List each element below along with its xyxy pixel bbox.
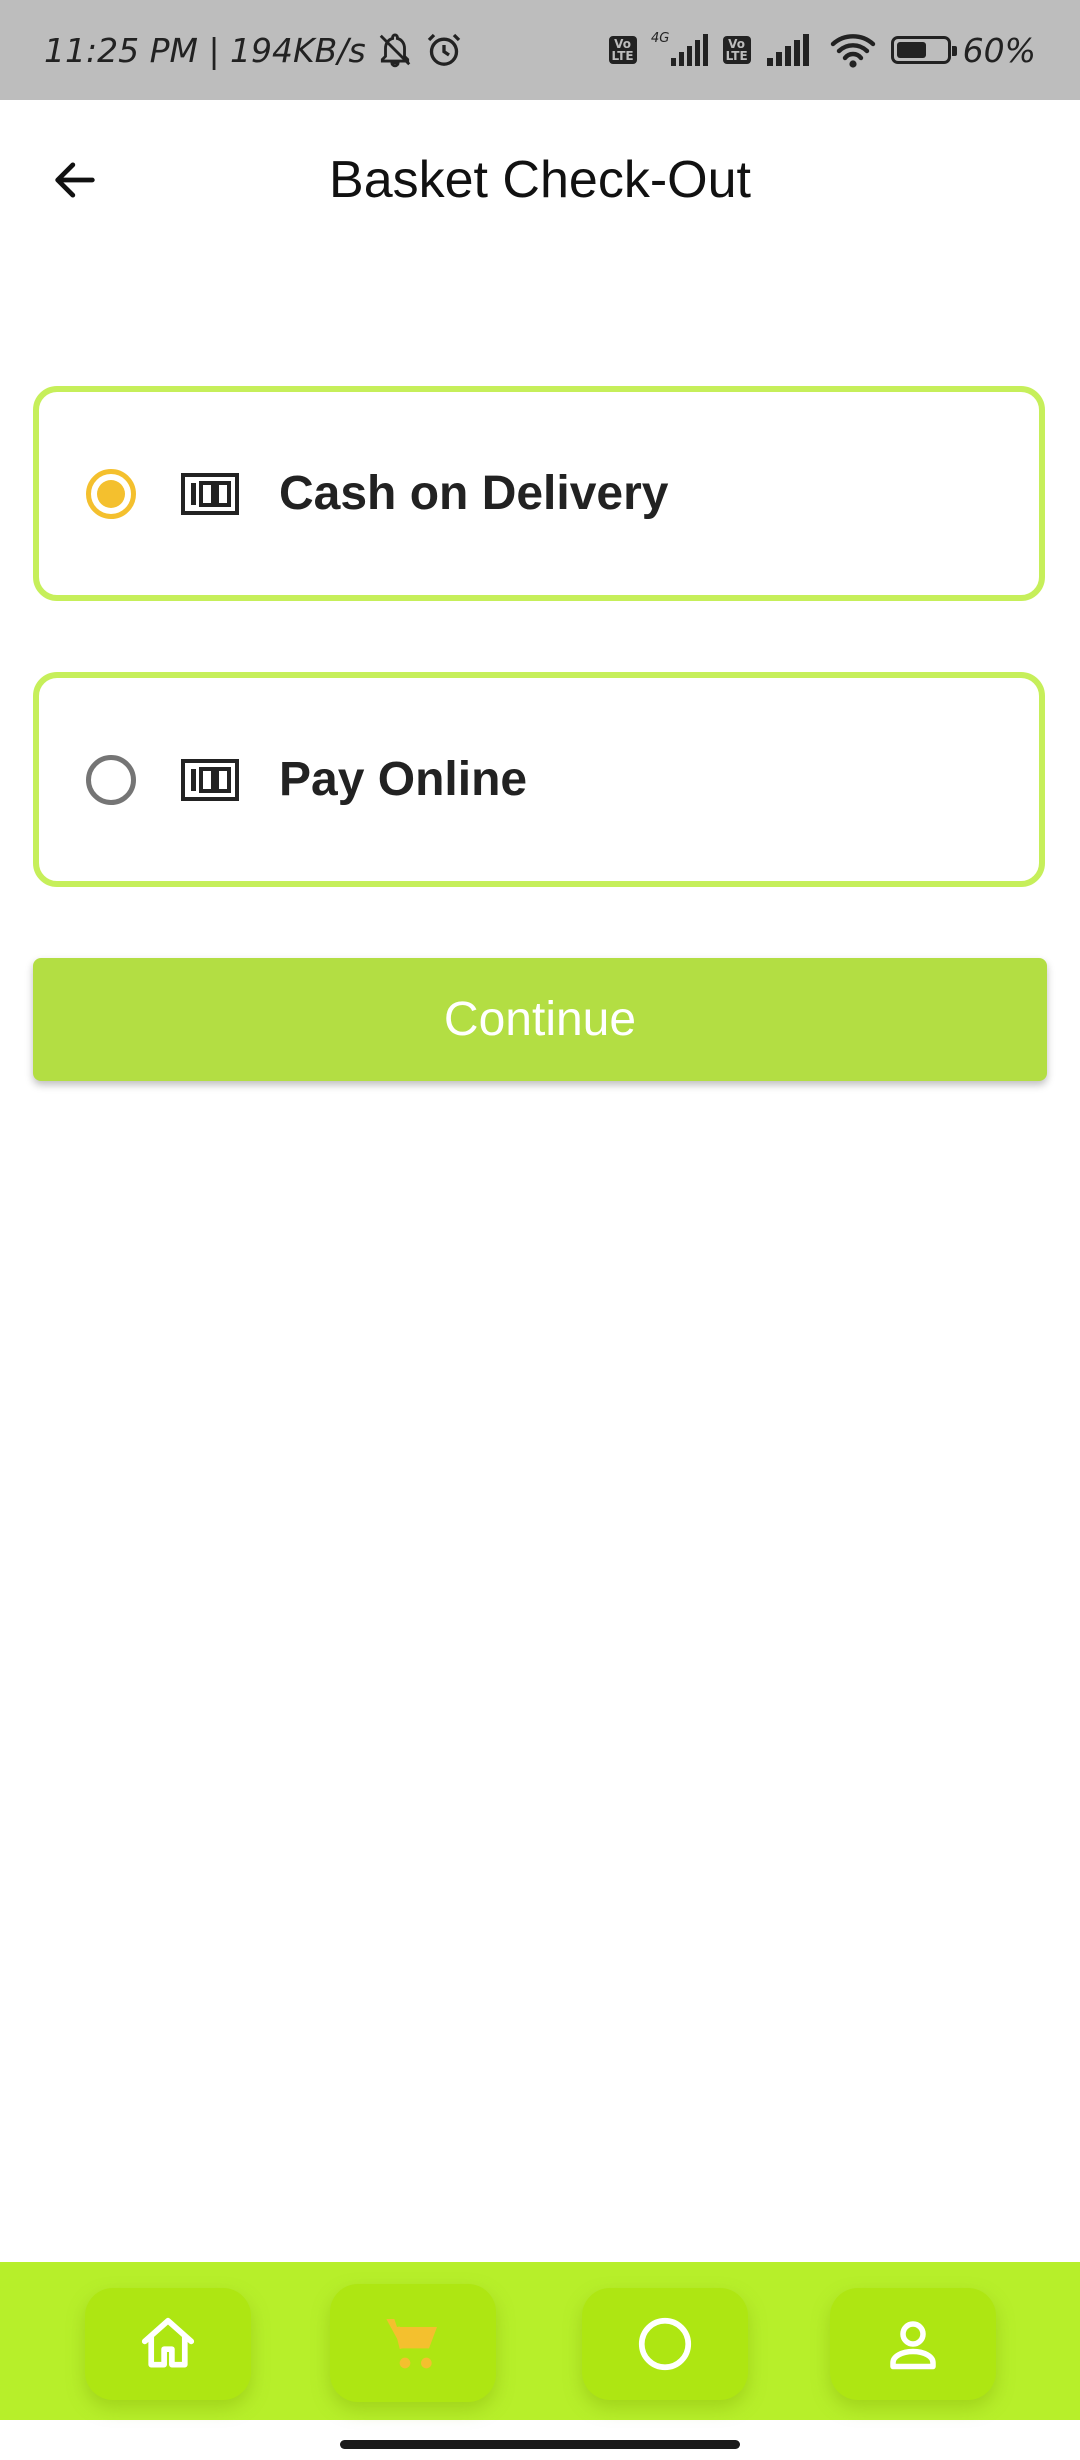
battery-icon <box>890 36 957 64</box>
status-bar: 11:25 PM | 194KB/s Vo LTE 4G Vo LTE 60% <box>0 0 1080 100</box>
radio-dot <box>97 479 125 508</box>
option-label: Cash on Delivery <box>279 467 669 520</box>
nav-home-button[interactable] <box>85 2288 251 2400</box>
status-right: Vo LTE 4G Vo LTE 60% <box>608 30 1036 70</box>
nav-profile-button[interactable] <box>830 2288 996 2400</box>
radio-button-selected[interactable] <box>86 468 136 519</box>
battery-level <box>896 42 926 58</box>
network-type-label: 4G <box>651 31 669 46</box>
status-left: 11:25 PM | 194KB/s <box>44 30 464 70</box>
home-icon <box>141 2317 195 2368</box>
option-label: Pay Online <box>279 753 528 806</box>
money-icon <box>181 472 239 515</box>
payment-option-pay-online[interactable]: Pay Online <box>33 672 1045 887</box>
page-title: Basket Check-Out <box>329 151 751 209</box>
continue-button[interactable]: Continue <box>33 958 1047 1081</box>
volte-icon: Vo LTE <box>722 36 751 64</box>
time-and-speed: 11:25 PM | 194KB/s <box>44 30 366 70</box>
nav-circle-button[interactable] <box>582 2288 748 2400</box>
gesture-home-indicator[interactable] <box>340 2440 740 2449</box>
battery-percent: 60% <box>962 30 1036 70</box>
signal-icon <box>763 30 815 70</box>
nav-cart-button[interactable] <box>330 2284 496 2402</box>
radio-button-unselected[interactable] <box>86 754 136 805</box>
bell-off-icon <box>376 31 414 69</box>
bottom-nav <box>0 2262 1080 2420</box>
wifi-icon <box>827 30 879 70</box>
money-icon <box>181 758 239 801</box>
cart-icon <box>386 2319 437 2369</box>
person-icon <box>890 2321 936 2370</box>
alarm-icon <box>424 30 464 70</box>
volte-icon: Vo LTE <box>608 36 637 64</box>
circle-icon <box>638 2317 692 2371</box>
signal-icon: 4G <box>649 30 711 70</box>
app-header: Basket Check-Out <box>0 100 1080 260</box>
payment-option-cash-on-delivery[interactable]: Cash on Delivery <box>33 386 1045 601</box>
